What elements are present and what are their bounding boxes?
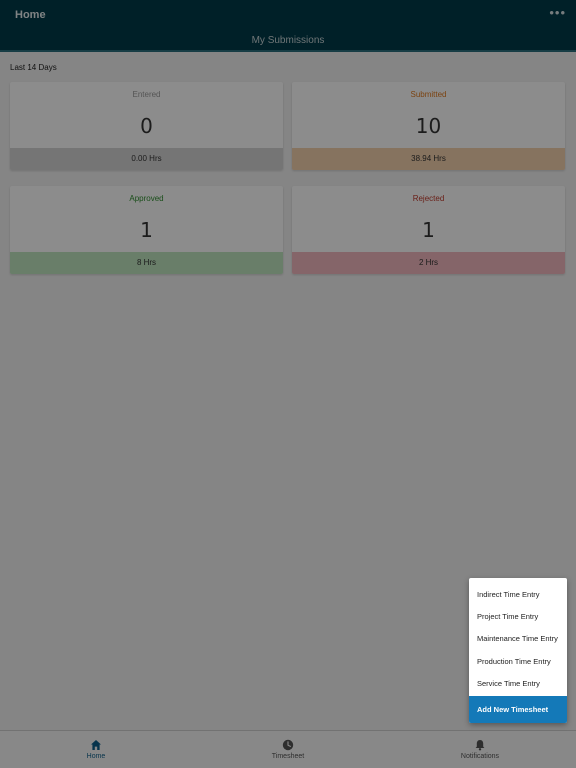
menu-item-production-time-entry[interactable]: Production Time Entry xyxy=(469,651,567,673)
menu-item-service-time-entry[interactable]: Service Time Entry xyxy=(469,673,567,695)
menu-item-project-time-entry[interactable]: Project Time Entry xyxy=(469,606,567,628)
menu-item-maintenance-time-entry[interactable]: Maintenance Time Entry xyxy=(469,628,567,650)
add-entry-menu: Indirect Time Entry Project Time Entry M… xyxy=(469,578,567,723)
menu-item-indirect-time-entry[interactable]: Indirect Time Entry xyxy=(469,584,567,606)
add-new-timesheet-button[interactable]: Add New Timesheet xyxy=(469,696,567,723)
